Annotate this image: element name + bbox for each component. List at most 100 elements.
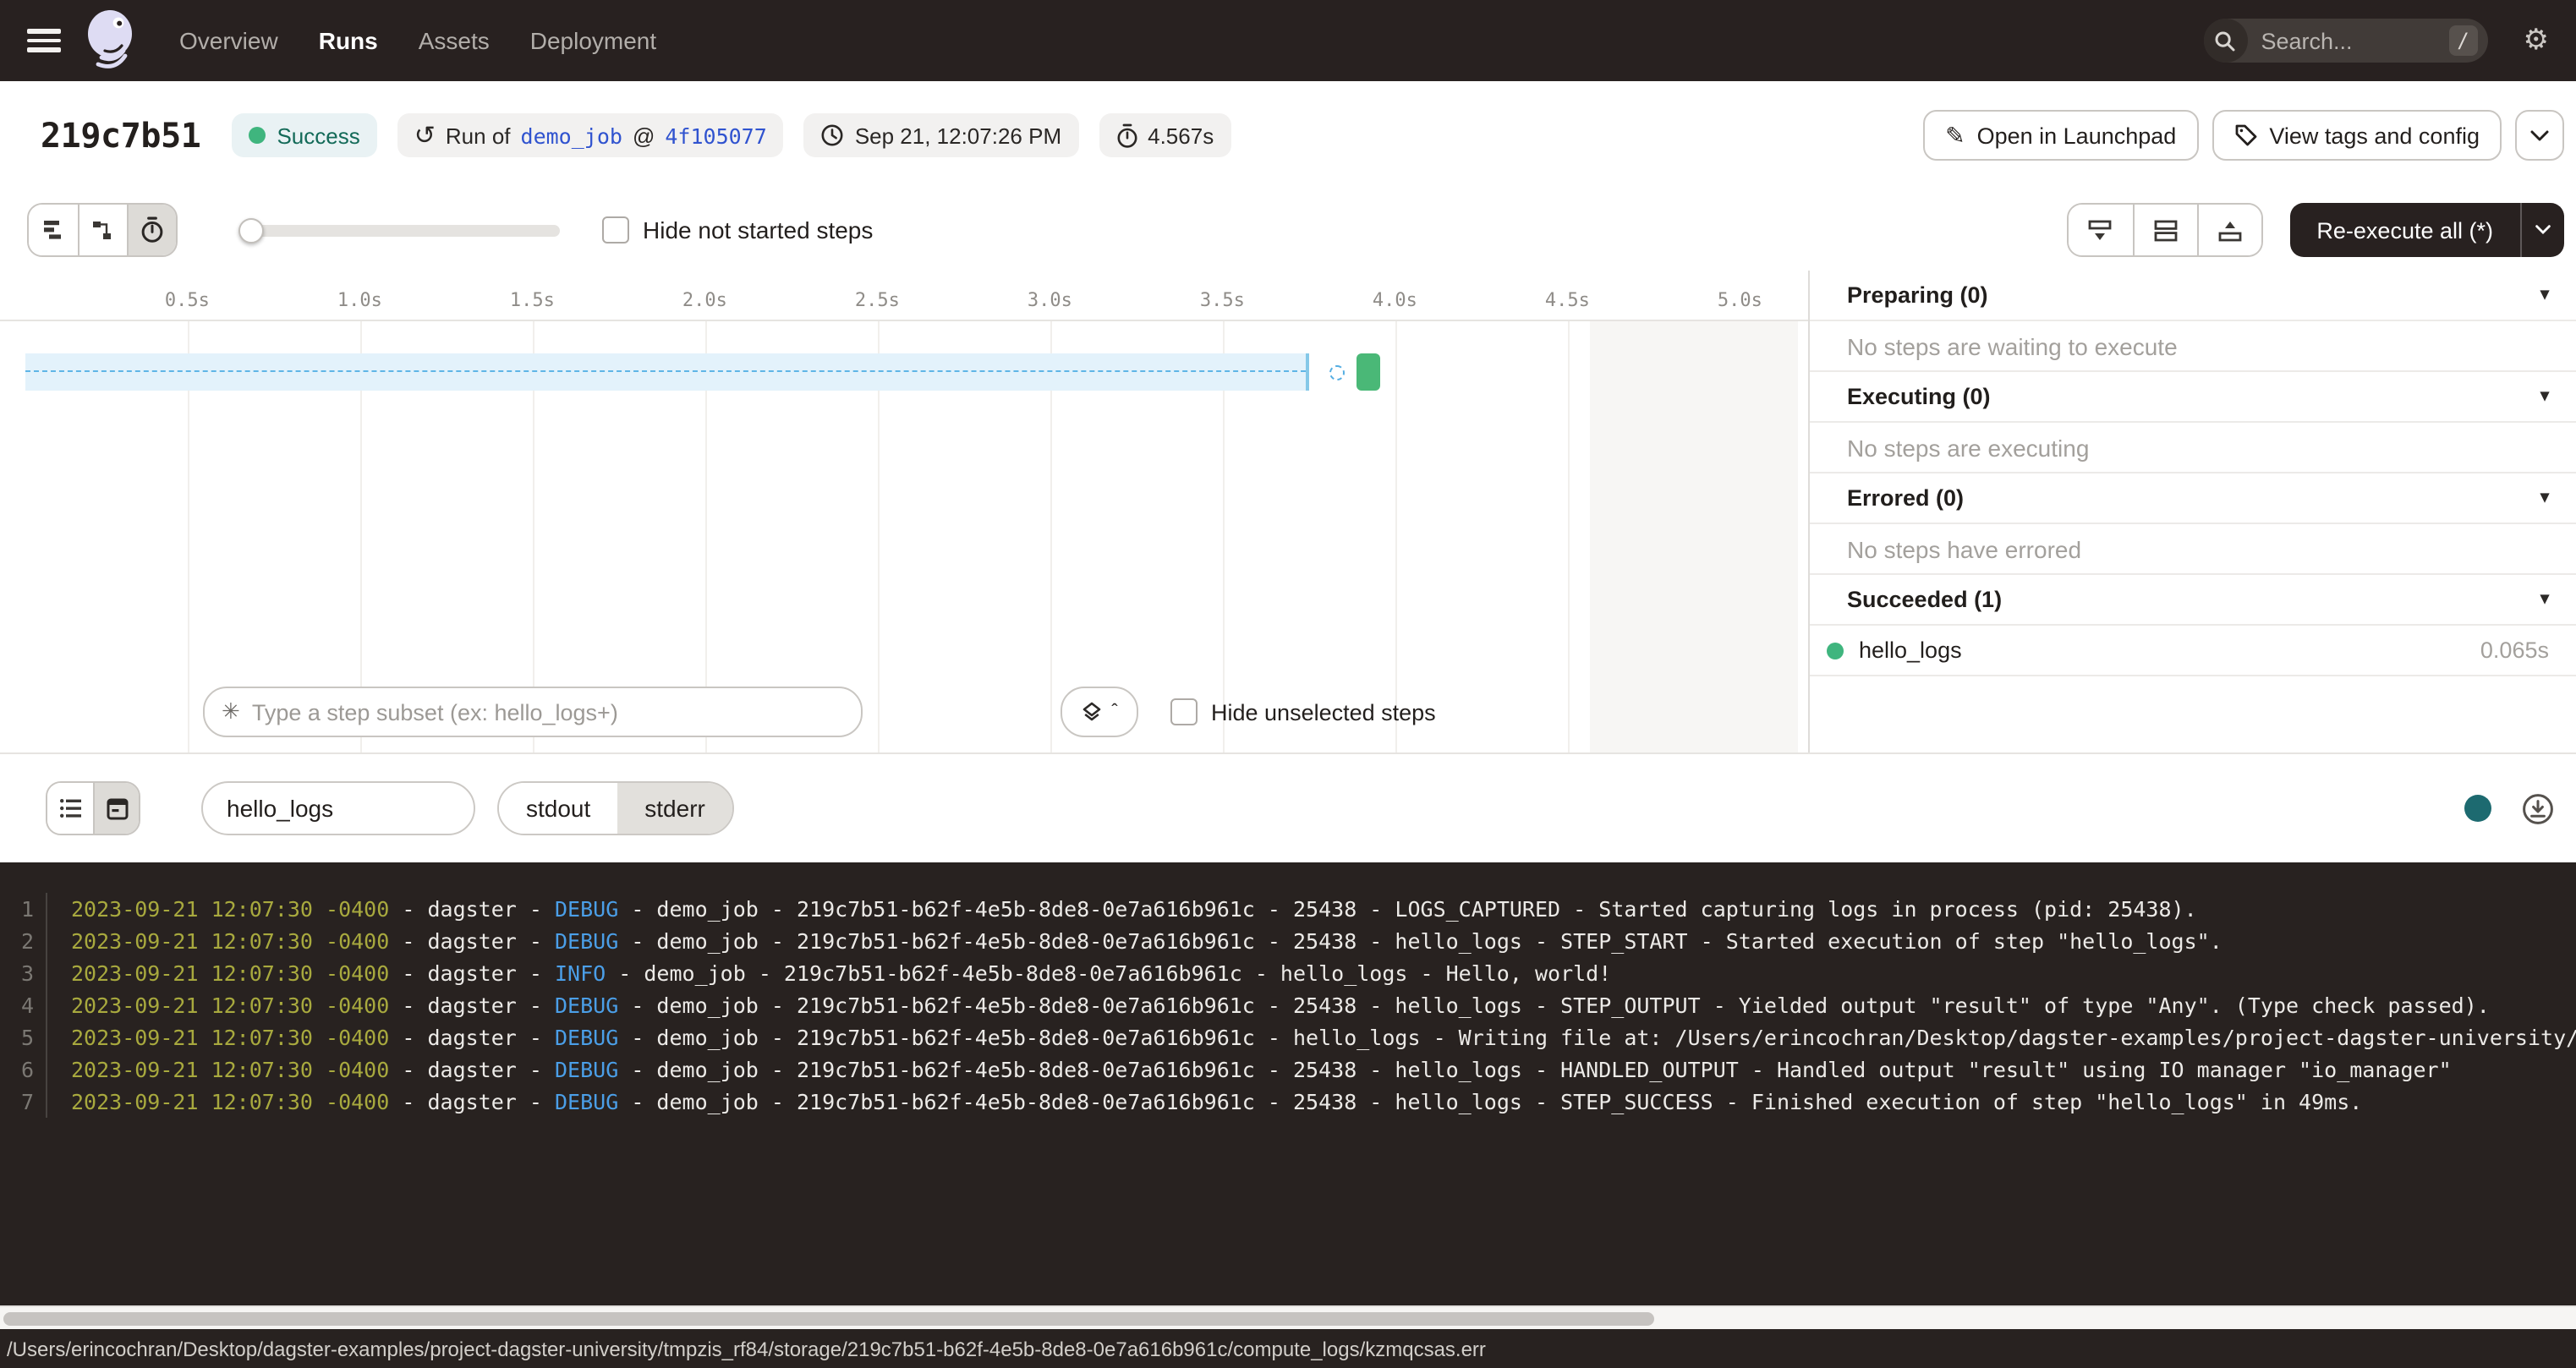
log-line-number: 6 [0,1053,34,1086]
download-icon[interactable] [2522,792,2554,824]
log-file-path: /Users/erincochran/Desktop/dagster-examp… [7,1337,1486,1360]
log-line-text: 2023-09-21 12:07:30 -0400 - dagster - DE… [46,1053,2452,1086]
log-view-list-button[interactable] [47,783,93,834]
step-subset-input[interactable]: ✳ Type a step subset (ex: hello_logs+) [203,687,863,737]
step-execution-bar[interactable] [1357,353,1380,391]
view-tags-button[interactable]: View tags and config [2212,110,2502,161]
menu-icon[interactable] [27,29,61,52]
log-line: 12023-09-21 12:07:30 -0400 - dagster - D… [0,893,2576,925]
panel-section-title: Executing (0) [1847,384,1991,409]
log-line-text: 2023-09-21 12:07:30 -0400 - dagster - DE… [46,1021,2576,1053]
op-selector-icon: ✳ [222,698,240,725]
search-input[interactable]: Search... / [2204,19,2488,63]
panel-section-header[interactable]: Succeeded (1) ▾ [1810,575,2576,626]
log-line: 5 2023-09-21 12:07:30 -0400 - dagster - D… [0,1021,2576,1053]
chevron-up-icon: ˆ [1111,703,1117,721]
reexecute-all-button[interactable]: Re-execute all (*) [2289,217,2520,243]
panel-empty-message: No steps are waiting to execute [1810,321,2576,372]
panel-section-title: Errored (0) [1847,485,1964,511]
nav-menu: Overview Runs Assets Deployment [179,27,656,54]
timestamp-label: Sep 21, 12:07:26 PM [855,123,1061,148]
run-of-label: Run of [446,123,511,148]
more-run-actions-button[interactable] [2515,110,2564,161]
dagster-logo-icon[interactable] [85,8,142,73]
stopwatch-icon [1115,123,1137,148]
horizontal-scrollbar [0,1305,2576,1329]
run-of-tag: ↺ Run of demo_job @ 4f105077 [397,113,784,157]
panel-expand-top-button[interactable] [2196,205,2261,255]
gear-icon[interactable]: ⚙ [2524,24,2550,57]
panel-section-title: Succeeded (1) [1847,587,2002,612]
panel-split-button[interactable] [2132,205,2196,255]
log-filter-input[interactable]: hello_logs [201,781,475,835]
nav-item-overview[interactable]: Overview [179,27,278,54]
step-subset-placeholder: Type a step subset (ex: hello_logs+) [252,699,618,725]
panel-section-header[interactable]: Errored (0) ▾ [1810,473,2576,524]
run-header: 219c7b51 Success ↺ Run of demo_job @ 4f1… [0,81,2576,189]
chevron-down-icon: ▾ [2540,590,2549,609]
search-shortcut-badge: / [2449,25,2478,56]
tag-icon [2233,123,2257,147]
log-line-text: 2023-09-21 12:07:30 -0400 - dagster - DE… [46,989,2490,1021]
view-waterfall-button[interactable] [78,205,127,255]
success-dot-icon [248,127,265,144]
tab-stdout[interactable]: stdout [499,783,617,834]
log-line: 6 2023-09-21 12:07:30 -0400 - dagster - D… [0,1053,2576,1086]
gantt-zoom-slider[interactable] [242,217,560,243]
dagster-run-page: Overview Runs Assets Deployment Search..… [0,0,2576,1368]
stdout-stderr-tabs: stdout stderr [497,781,734,835]
view-timer-button[interactable] [127,205,176,255]
nav-item-deployment[interactable]: Deployment [530,27,656,54]
axis-tick-label: 1.5s [510,289,555,311]
log-line-number: 5 [0,1021,34,1053]
gantt-view-toggle [27,203,178,257]
open-launchpad-button[interactable]: ✎ Open in Launchpad [1923,110,2198,161]
axis-tick-label: 2.0s [682,289,727,311]
nav-item-runs[interactable]: Runs [319,27,378,54]
hide-unselected-label: Hide unselected steps [1211,699,1436,725]
job-link[interactable]: demo_job [521,123,622,148]
log-line-number: 4 [0,989,34,1021]
slider-track[interactable] [242,224,560,236]
axis-tick-label: 0.5s [165,289,210,311]
pencil-icon: ✎ [1945,121,1965,150]
reexecute-menu-button[interactable] [2520,203,2564,257]
layers-icon [1081,701,1103,723]
log-line-number: 1 [0,893,34,925]
step-marker-icon [1329,364,1344,380]
panel-section-header[interactable]: Executing (0)▾ [1810,372,2576,423]
log-line-text: 2023-09-21 12:07:30 -0400 - dagster - IN… [46,957,1611,989]
log-line-text: 2023-09-21 12:07:30 -0400 - dagster - DE… [46,925,2222,957]
capture-status-dot [2464,795,2491,822]
step-name: hello_logs [1859,637,1962,663]
hide-unselected-checkbox[interactable] [1170,698,1198,725]
history-icon: ↺ [414,123,436,148]
axis-tick-label: 5.0s [1718,289,1762,311]
panel-empty-message: No steps are executing [1810,423,2576,473]
log-line-text: 2023-09-21 12:07:30 -0400 - dagster - DE… [46,1086,2362,1118]
log-line: 72023-09-21 12:07:30 -0400 - dagster - D… [0,1086,2576,1118]
scrollbar-thumb[interactable] [3,1312,1654,1326]
nav-item-assets[interactable]: Assets [419,27,490,54]
step-duration: 0.065s [2480,637,2549,663]
log-toolbar: hello_logs stdout stderr [0,752,2576,862]
log-line-number: 3 [0,957,34,989]
graph-query-toggle-button[interactable]: ˆ [1061,687,1138,737]
commit-link[interactable]: 4f105077 [665,123,766,148]
axis-tick-label: 4.0s [1373,289,1417,311]
chevron-down-icon: ▾ [2540,489,2549,507]
succeeded-step-row[interactable]: hello_logs 0.065s [1810,626,2576,676]
log-view-raw-button[interactable] [93,783,139,834]
gantt-chart: ✳ Type a step subset (ex: hello_logs+) ˆ… [0,321,1808,752]
log-line: 22023-09-21 12:07:30 -0400 - dagster - D… [0,925,2576,957]
view-flat-button[interactable] [29,205,78,255]
step-subset-row: ✳ Type a step subset (ex: hello_logs+) ˆ… [0,680,1808,752]
tab-stderr[interactable]: stderr [617,783,732,834]
search-placeholder: Search... [2261,28,2449,53]
panel-collapse-bottom-button[interactable] [2068,205,2132,255]
chevron-down-icon: ▾ [2540,286,2549,304]
hide-not-started-checkbox[interactable] [602,216,629,244]
slider-knob[interactable] [238,217,264,243]
panel-section-header[interactable]: Preparing (0)▾ [1810,271,2576,321]
chevron-down-icon [2535,225,2551,235]
